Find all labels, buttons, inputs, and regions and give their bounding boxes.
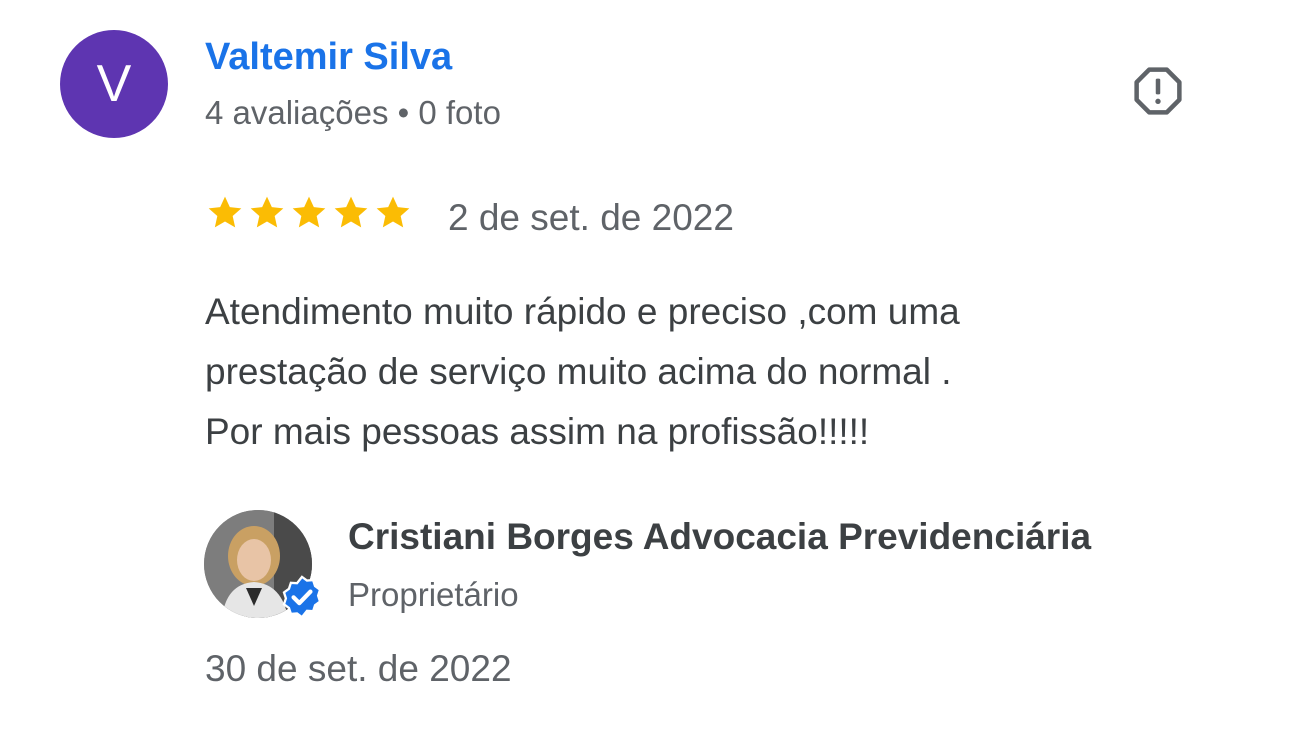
meta-separator: • bbox=[397, 94, 410, 131]
report-octagon-icon bbox=[1134, 67, 1182, 115]
owner-role: Proprietário bbox=[348, 576, 519, 613]
star-icon bbox=[376, 196, 410, 228]
reviews-count: 4 avaliações bbox=[205, 94, 389, 131]
star-icon bbox=[250, 196, 284, 228]
star-icon bbox=[208, 196, 242, 228]
response-date: 30 de set. de 2022 bbox=[205, 648, 512, 689]
review-text-line: Atendimento muito rápido e preciso ,com … bbox=[205, 291, 960, 332]
photos-count: 0 foto bbox=[418, 94, 501, 131]
reviewer-meta: 4 avaliações • 0 foto bbox=[205, 94, 501, 132]
review-card: V Valtemir Silva 4 avaliações • 0 foto 2… bbox=[0, 0, 1290, 729]
review-text: Atendimento muito rápido e preciso ,com … bbox=[205, 282, 1205, 462]
star-icon bbox=[292, 196, 326, 228]
review-text-line: prestação de serviço muito acima do norm… bbox=[205, 351, 952, 392]
verified-badge-icon bbox=[282, 575, 322, 619]
review-date: 2 de set. de 2022 bbox=[448, 197, 734, 238]
reviewer-avatar[interactable]: V bbox=[60, 30, 168, 138]
reviewer-initial: V bbox=[96, 55, 132, 113]
review-text-line: Por mais pessoas assim na profissão!!!!! bbox=[205, 411, 870, 452]
owner-name[interactable]: Cristiani Borges Advocacia Previdenciári… bbox=[348, 516, 1091, 558]
report-review-button[interactable] bbox=[1130, 63, 1186, 119]
star-rating bbox=[205, 193, 413, 233]
star-icon bbox=[334, 196, 368, 228]
reviewer-name[interactable]: Valtemir Silva bbox=[205, 36, 452, 79]
